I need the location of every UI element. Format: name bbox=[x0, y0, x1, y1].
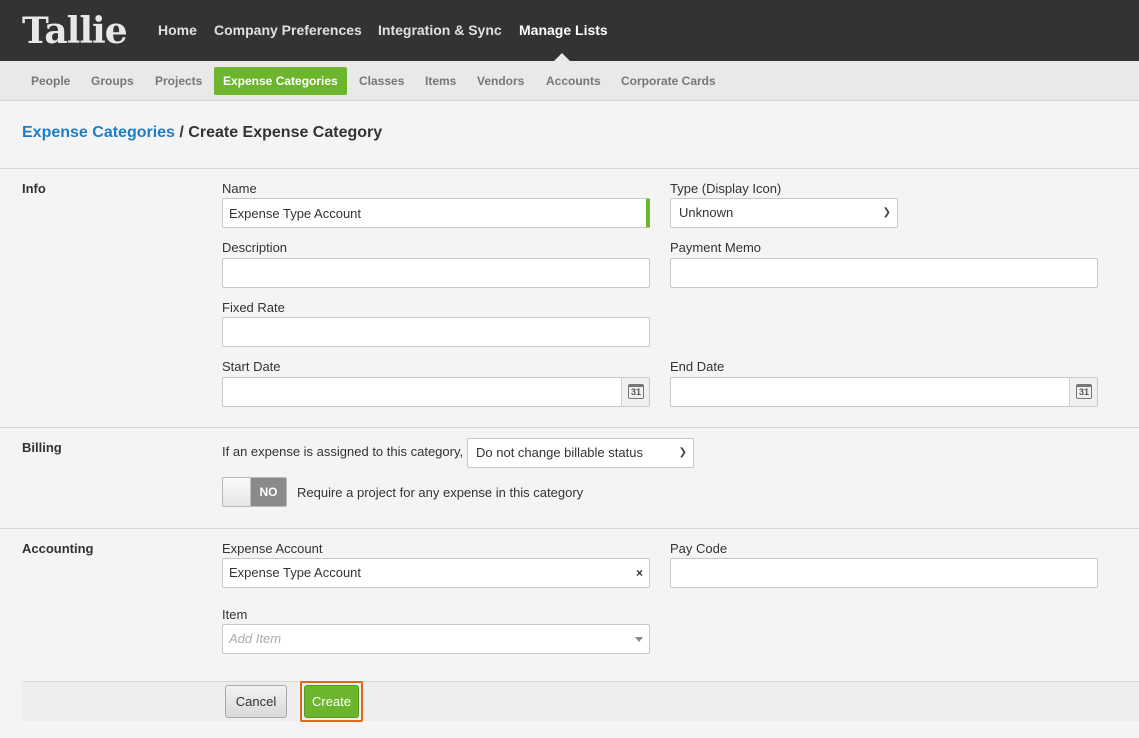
section-accounting-title: Accounting bbox=[22, 541, 94, 556]
expense-account-value: Expense Type Account bbox=[229, 565, 362, 580]
expense-account-select[interactable]: Expense Type Account × bbox=[222, 558, 650, 588]
type-select-value: Unknown bbox=[679, 205, 734, 220]
description-input[interactable] bbox=[222, 258, 650, 288]
breadcrumb-separator: / bbox=[174, 124, 189, 141]
tallie-logo[interactable]: Tallie bbox=[22, 11, 128, 51]
breadcrumb-expense-categories-link[interactable]: Expense Categories bbox=[22, 124, 175, 141]
clear-icon[interactable]: × bbox=[636, 559, 643, 587]
divider bbox=[0, 427, 1139, 428]
payment-memo-label: Payment Memo bbox=[670, 240, 762, 255]
start-date-input[interactable]: 31 bbox=[222, 377, 650, 407]
start-date-label: Start Date bbox=[222, 359, 281, 374]
subnav-vendors[interactable]: Vendors bbox=[477, 67, 524, 95]
name-input[interactable] bbox=[222, 198, 650, 228]
toggle-state: NO bbox=[251, 478, 286, 506]
type-label: Type (Display Icon) bbox=[670, 181, 782, 196]
active-nav-caret-icon bbox=[554, 53, 570, 61]
subnav-accounts[interactable]: Accounts bbox=[546, 67, 601, 95]
type-select[interactable]: Unknown ❯ bbox=[670, 198, 898, 228]
end-date-calendar-button[interactable]: 31 bbox=[1069, 378, 1097, 406]
subnav-items[interactable]: Items bbox=[425, 67, 456, 95]
nav-company-preferences[interactable]: Company Preferences bbox=[214, 0, 362, 61]
page-title: Create Expense Category bbox=[188, 124, 383, 141]
subnav-people[interactable]: People bbox=[31, 67, 70, 95]
item-select[interactable]: Add Item bbox=[222, 624, 650, 654]
billing-prompt: If an expense is assigned to this catego… bbox=[222, 444, 464, 459]
divider bbox=[0, 168, 1139, 169]
item-placeholder: Add Item bbox=[229, 631, 282, 646]
cancel-button[interactable]: Cancel bbox=[225, 685, 287, 718]
fixed-rate-label: Fixed Rate bbox=[222, 300, 285, 315]
expense-account-label: Expense Account bbox=[222, 541, 323, 556]
subnav-projects[interactable]: Projects bbox=[155, 67, 202, 95]
billable-status-select[interactable]: Do not change billable status ❯ bbox=[467, 438, 694, 468]
require-project-toggle[interactable]: NO bbox=[222, 477, 287, 507]
start-date-calendar-button[interactable]: 31 bbox=[621, 378, 649, 406]
item-label: Item bbox=[222, 607, 248, 622]
create-button[interactable]: Create bbox=[304, 685, 359, 718]
breadcrumb: Expense Categories / Create Expense Cate… bbox=[22, 124, 382, 142]
chevron-down-icon: ❯ bbox=[882, 207, 891, 218]
section-billing-title: Billing bbox=[22, 440, 62, 455]
section-info-title: Info bbox=[22, 181, 46, 196]
name-label: Name bbox=[222, 181, 257, 196]
payment-memo-input[interactable] bbox=[670, 258, 1098, 288]
pay-code-label: Pay Code bbox=[670, 541, 728, 556]
chevron-down-icon: ❯ bbox=[678, 447, 687, 458]
divider bbox=[0, 528, 1139, 529]
toggle-knob bbox=[223, 478, 251, 506]
nav-manage-lists[interactable]: Manage Lists bbox=[519, 0, 608, 61]
subnav-classes[interactable]: Classes bbox=[359, 67, 404, 95]
calendar-icon: 31 bbox=[1076, 384, 1092, 399]
end-date-label: End Date bbox=[670, 359, 725, 374]
billable-status-value: Do not change billable status bbox=[476, 445, 643, 460]
nav-integration-sync[interactable]: Integration & Sync bbox=[378, 0, 502, 61]
description-label: Description bbox=[222, 240, 288, 255]
fixed-rate-input[interactable] bbox=[222, 317, 650, 347]
calendar-icon: 31 bbox=[628, 384, 644, 399]
sub-nav: People Groups Projects Expense Categorie… bbox=[0, 61, 1139, 101]
top-bar: Tallie Home Company Preferences Integrat… bbox=[0, 0, 1139, 61]
subnav-expense-categories[interactable]: Expense Categories bbox=[214, 67, 347, 95]
subnav-corporate-cards[interactable]: Corporate Cards bbox=[621, 67, 716, 95]
end-date-input[interactable]: 31 bbox=[670, 377, 1098, 407]
require-project-label: Require a project for any expense in thi… bbox=[297, 485, 584, 500]
caret-down-icon bbox=[635, 637, 643, 642]
form-actions-bar bbox=[22, 681, 1139, 721]
pay-code-input[interactable] bbox=[670, 558, 1098, 588]
nav-home[interactable]: Home bbox=[158, 0, 197, 61]
subnav-groups[interactable]: Groups bbox=[91, 67, 134, 95]
